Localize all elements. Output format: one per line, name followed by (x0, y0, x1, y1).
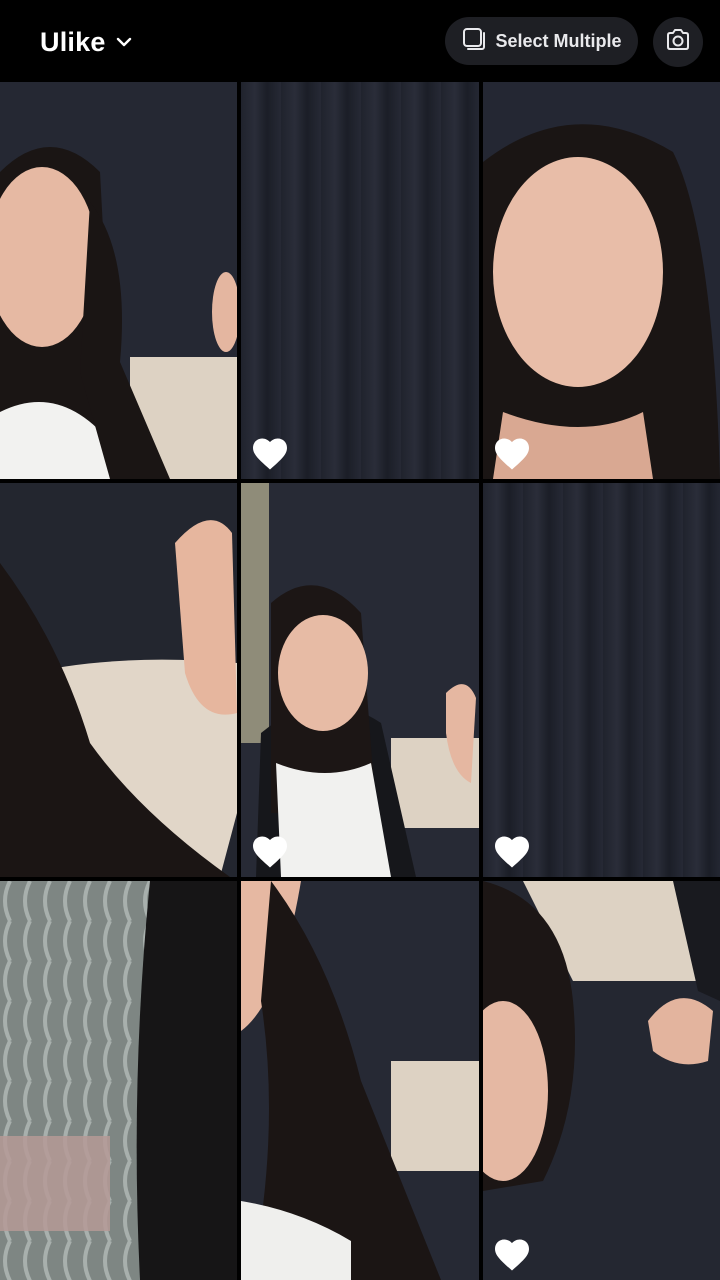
media-thumbnail[interactable] (483, 881, 720, 1280)
camera-button[interactable] (653, 17, 703, 67)
media-thumbnail[interactable] (0, 82, 237, 479)
heart-icon (495, 836, 529, 868)
select-multiple-button[interactable]: Select Multiple (445, 17, 638, 65)
media-thumbnail[interactable] (241, 483, 479, 877)
album-selector[interactable]: Ulike (40, 24, 132, 60)
media-thumbnail[interactable] (0, 483, 237, 877)
media-thumbnail[interactable] (241, 881, 479, 1280)
heart-icon (495, 438, 529, 470)
heart-icon (253, 438, 287, 470)
media-thumbnail[interactable] (0, 881, 237, 1280)
heart-icon (253, 836, 287, 868)
heart-icon (495, 1239, 529, 1271)
media-grid (0, 82, 720, 1280)
select-multiple-label: Select Multiple (495, 30, 622, 51)
chevron-down-icon (116, 37, 132, 47)
select-multiple-icon (461, 26, 487, 57)
album-title: Ulike (40, 26, 106, 57)
camera-icon (665, 28, 691, 57)
media-thumbnail[interactable] (483, 483, 720, 877)
top-bar: Ulike Select Multiple (0, 0, 720, 82)
media-thumbnail[interactable] (241, 82, 479, 479)
media-thumbnail[interactable] (483, 82, 720, 479)
